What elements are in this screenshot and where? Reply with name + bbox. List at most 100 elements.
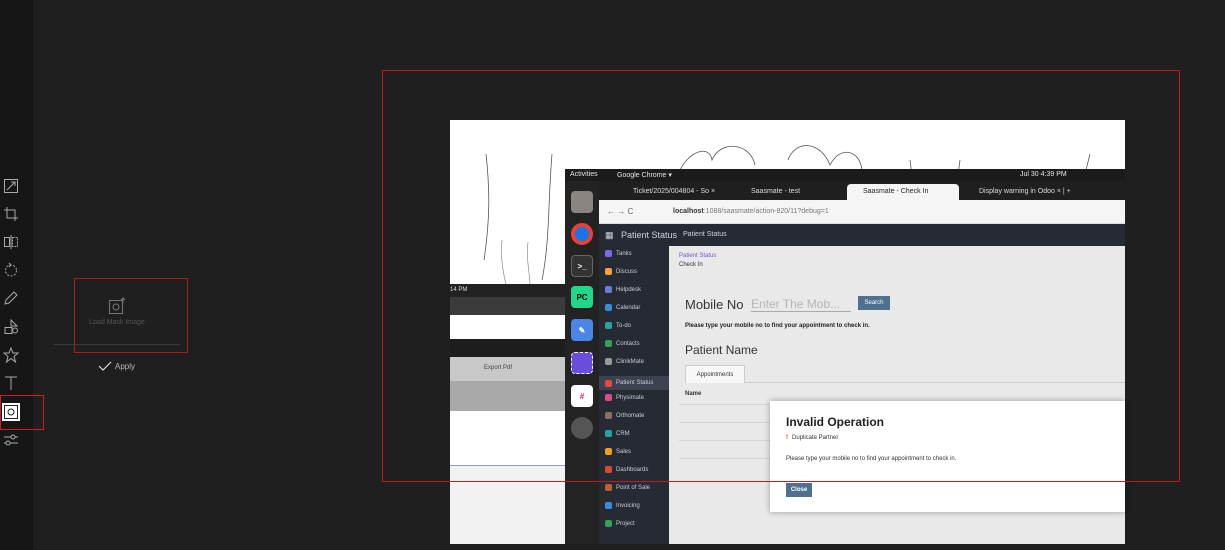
sidebar-app-icon [605,430,612,437]
tab-ticket[interactable]: Ticket/2025/004804 - So × [617,184,733,200]
tab-appointments[interactable]: Appointments [685,365,745,383]
adjust-icon[interactable] [2,431,20,449]
sidebar-item[interactable]: CRM [605,430,630,437]
sidebar-item[interactable]: Calendar [605,304,640,311]
tab-check-in-label: Saasmate - Check In [863,188,929,195]
dialog-subtitle: ! Duplicate Partner [786,435,838,441]
odoo-sidebar: Tanks Discuss Helpdesk Calendar To-do Contact… [599,246,669,544]
sidebar-app-icon [605,358,612,365]
activities-label[interactable]: Activities [570,171,598,178]
breadcrumb[interactable]: Patient Status [679,253,716,259]
sidebar-item-label: Sales [616,448,632,455]
nav-arrows-icon[interactable]: ← → C [607,207,633,216]
sticker-icon[interactable] [2,346,20,364]
sidebar-app-icon [605,268,612,275]
gnome-topbar: Activities Google Chrome ▾ Jul 30 4:39 P… [565,169,1125,181]
sidebar-item[interactable]: Project [605,520,635,527]
sidebar-app-icon [605,286,612,293]
background-window: 14 PM Export Pdf [450,284,565,544]
dialog-message: Please type your mobile no to find your … [786,456,957,462]
check-icon [98,361,112,371]
sidebar-app-icon [605,322,612,329]
dialog-subtitle-text: Duplicate Partner [792,435,839,441]
sidebar-item-label: Dashboards [616,466,649,473]
load-mask-button[interactable]: Load Mask Image [74,278,188,353]
search-button[interactable]: Search [858,296,890,310]
draw-icon[interactable] [2,289,20,307]
files-icon[interactable] [571,191,593,213]
column-name-header: Name [685,391,702,397]
tab-display-warning[interactable]: Display warning in Odoo × | + [963,184,1093,200]
prev-window-topbar: 14 PM [450,284,565,297]
sidebar-app-icon [605,394,612,401]
mobile-input[interactable]: Enter The Mob... [751,297,851,312]
patient-name-label: Patient Name [685,343,758,357]
apply-label: Apply [115,361,136,371]
sidebar-item[interactable]: Contacts [605,340,640,347]
mobile-label: Mobile No [685,297,744,312]
export-pdf-button[interactable]: Export Pdf [484,365,512,371]
warning-icon: ! [786,435,788,441]
app-menu-label[interactable]: Google Chrome ▾ [617,171,672,179]
recorder-icon[interactable] [571,417,593,439]
tab-check-in[interactable]: Saasmate - Check In [847,184,959,200]
terminal-icon[interactable]: >_ [571,255,593,277]
sidebar-app-icon [605,466,612,473]
tab-saasmate-test[interactable]: Saasmate - test [735,184,845,200]
dock: >_ PC ✎ # [565,181,599,544]
sidebar-item-label: To-do [616,322,632,329]
close-button[interactable]: Close [786,483,812,497]
sidebar-app-icon [605,412,612,419]
sidebar-app-icon [605,250,612,257]
mask-upload-icon [108,297,126,315]
sidebar-item[interactable]: Point of Sale [605,484,650,491]
breadcrumb-current: Check In [679,262,703,268]
apply-button[interactable]: Apply [98,361,135,371]
url-text: localhost:1088/saasmate/action-820/11?de… [673,208,829,215]
sidebar-item[interactable]: To-do [605,322,631,329]
slack-icon[interactable]: # [571,385,593,407]
url-path: :1088/saasmate/action-820/11?debug=1 [703,208,829,215]
sidebar-item[interactable]: Discuss [605,268,637,275]
sidebar-item[interactable]: Orthomate [605,412,644,419]
sidebar-item-label: Project [616,520,635,527]
sidebar-item[interactable]: Helpdesk [605,286,641,293]
sidebar-item[interactable]: ClinikMate [605,358,644,365]
address-bar[interactable]: ← → C localhost:1088/saasmate/action-820… [599,200,1125,224]
shapes-icon[interactable] [2,318,20,336]
hint-text: Please type your mobile no to find your … [685,323,870,329]
apps-grid-icon[interactable]: ▦ [605,230,614,241]
resize-icon[interactable] [2,177,20,195]
sidebar-item-label: Orthomate [616,412,645,419]
flip-icon[interactable] [2,233,20,251]
sidebar-item[interactable]: Physimate [605,394,644,401]
prev-window-header [450,339,565,357]
rotate-icon[interactable] [2,261,20,279]
crop-icon[interactable] [2,205,20,223]
sidebar-item-label: Patient Status [616,380,654,386]
sidebar-item[interactable]: Invoicing [605,502,640,509]
menu-title[interactable]: Patient Status [683,231,727,238]
sidebar-app-icon [605,448,612,455]
sidebar-item[interactable]: Sales [605,448,631,455]
sidebar-item[interactable]: Dashboards [605,466,648,473]
chrome-icon[interactable] [571,223,593,245]
sidebar-app-icon [605,304,612,311]
sidebar-item[interactable]: Tanks [605,250,632,257]
clock-label: Jul 30 4:39 PM [1020,171,1067,178]
tool-rail [0,0,33,550]
sidebar-item[interactable]: Patient Status [599,376,669,390]
app-title: Patient Status [621,230,678,240]
text-icon[interactable] [2,374,20,392]
dialog-title: Invalid Operation [786,415,885,429]
screenshot-tool-icon[interactable] [571,352,593,374]
sidebar-app-icon [605,520,612,527]
error-dialog: Invalid Operation ! Duplicate Partner Ple… [770,401,1125,512]
sidebar-item-label: Point of Sale [616,484,651,491]
tab-strip: Ticket/2025/004804 - So × Saasmate - tes… [599,181,1125,200]
active-tool-highlight [0,395,44,430]
sidebar-item-label: Calendar [616,304,641,311]
text-editor-icon[interactable]: ✎ [571,319,593,341]
pycharm-icon[interactable]: PC [571,286,593,308]
sidebar-item-label: Invoicing [616,502,640,509]
